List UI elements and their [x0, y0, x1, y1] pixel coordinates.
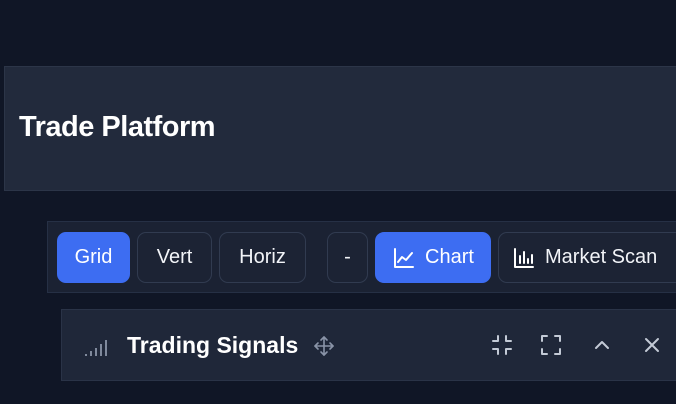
bar-chart-icon — [512, 246, 536, 270]
line-chart-icon — [392, 246, 416, 270]
vertical-layout-button[interactable]: Vert — [137, 232, 212, 283]
app-title: Trade Platform — [19, 111, 216, 143]
expand-icon[interactable] — [539, 333, 563, 357]
move-icon[interactable] — [313, 335, 335, 357]
chevron-up-icon[interactable] — [590, 333, 614, 357]
close-icon[interactable] — [640, 333, 664, 357]
grid-layout-button[interactable]: Grid — [57, 232, 130, 283]
chart-button[interactable]: Chart — [375, 232, 491, 283]
market-scan-button[interactable]: Market Scan — [498, 232, 676, 283]
layout-toolbar: Grid Vert Horiz - Chart Market Scan — [47, 221, 676, 293]
signal-bars-icon — [84, 335, 112, 357]
horizontal-layout-button[interactable]: Horiz — [219, 232, 306, 283]
panel-title: Trading Signals — [127, 332, 299, 358]
app-header: Trade Platform — [4, 66, 676, 191]
collapse-icon[interactable] — [490, 333, 514, 357]
chart-button-label: Chart — [425, 246, 474, 268]
trading-signals-panel: Trading Signals — [61, 309, 676, 381]
market-scan-button-label: Market Scan — [545, 246, 658, 268]
minus-button[interactable]: - — [327, 232, 368, 283]
